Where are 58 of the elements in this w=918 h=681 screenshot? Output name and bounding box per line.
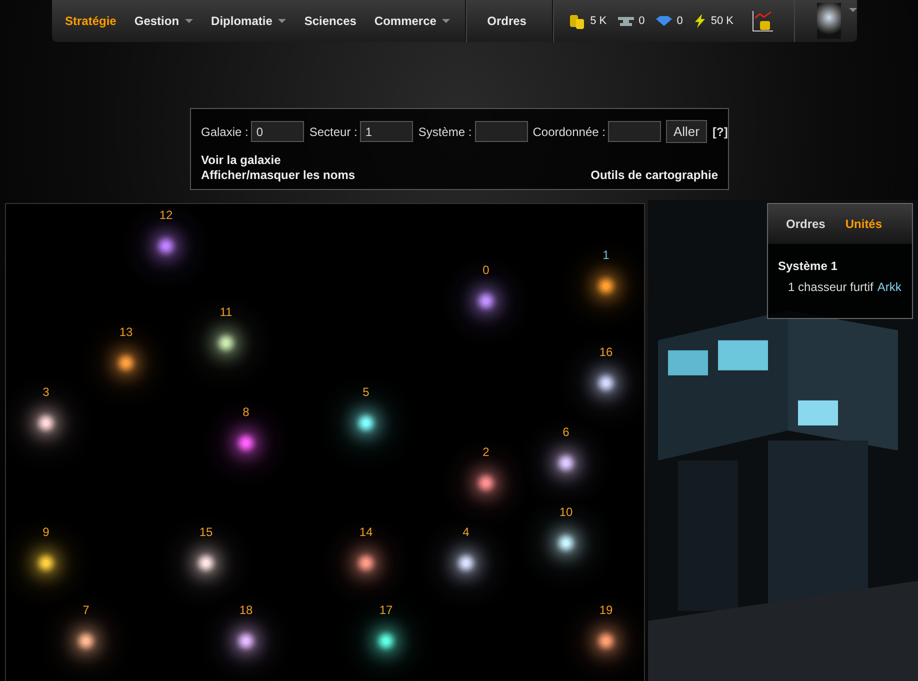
resource-value: 0 [676, 15, 683, 27]
system-number[interactable]: 2 [476, 445, 496, 459]
resource-value: 5 K [590, 15, 607, 27]
system-number[interactable]: 12 [156, 208, 176, 222]
field-label: Secteur : [309, 124, 358, 138]
nav-menu-item[interactable]: Sciences [295, 6, 366, 36]
system-number[interactable]: 10 [556, 505, 576, 519]
avatar-image[interactable] [817, 3, 841, 39]
owner-link[interactable]: Arkk [877, 280, 902, 294]
system-title: Système 1 [778, 259, 838, 273]
system-number[interactable]: 1 [596, 248, 616, 262]
system-number[interactable]: 4 [456, 525, 476, 539]
coordinate-input-field[interactable] [474, 121, 528, 142]
field-label: Coordonnée : [532, 124, 606, 138]
resource-value: 0 [638, 15, 645, 27]
caret-icon [185, 19, 194, 23]
nav-menu-item[interactable]: Gestion [125, 6, 202, 36]
system-number[interactable]: 15 [196, 525, 216, 539]
coordinate-input-field[interactable] [608, 121, 662, 142]
mapping-tools-link[interactable]: Outils de cartographie [590, 168, 718, 182]
panel-tab[interactable]: Unités [835, 217, 892, 231]
system-number[interactable]: 13 [116, 325, 136, 339]
system-number[interactable]: 16 [596, 345, 616, 359]
coordinate-input-field[interactable]: 0 [251, 121, 304, 142]
system-number[interactable]: 8 [236, 405, 256, 419]
map-link[interactable]: Voir la galaxie [201, 153, 356, 167]
system-number[interactable]: 18 [236, 603, 256, 617]
unit-text: 1 chasseur furtif [788, 280, 874, 294]
coordinate-input-field[interactable]: 1 [360, 121, 414, 142]
lightning-icon [692, 14, 707, 28]
system-number[interactable]: 11 [216, 305, 236, 319]
system-number[interactable]: 3 [36, 385, 56, 399]
caret-icon[interactable] [848, 8, 857, 12]
caret-icon [442, 19, 450, 23]
field-label: Système : [418, 124, 472, 138]
nav-menu-item[interactable]: Diplomatie [202, 6, 296, 36]
go-button[interactable]: Aller [666, 120, 706, 143]
anvil-icon [616, 15, 635, 27]
growth-chart-icon[interactable] [752, 10, 774, 32]
resource-value: 50 K [710, 15, 734, 27]
help-link[interactable]: [?] [712, 124, 728, 138]
system-number[interactable]: 17 [376, 603, 396, 617]
caret-icon [278, 19, 286, 23]
orders-menu-item[interactable]: Ordres [467, 6, 546, 36]
map-link[interactable]: Afficher/masquer les noms [201, 168, 356, 182]
system-number[interactable]: 5 [356, 385, 376, 399]
nav-menu-item[interactable]: Commerce [365, 6, 460, 36]
field-label: Galaxie : [201, 124, 248, 138]
system-number[interactable]: 7 [76, 603, 96, 617]
system-number[interactable]: 19 [596, 603, 616, 617]
system-number[interactable]: 6 [556, 425, 576, 439]
panel-tab[interactable]: Ordres [776, 217, 836, 231]
system-number[interactable]: 14 [356, 525, 376, 539]
system-number[interactable]: 9 [36, 525, 56, 539]
coin-stack-icon [568, 12, 586, 30]
nav-menu-item[interactable]: Stratégie [56, 6, 126, 36]
diamond-icon [654, 15, 673, 27]
system-number[interactable]: 0 [476, 263, 496, 277]
